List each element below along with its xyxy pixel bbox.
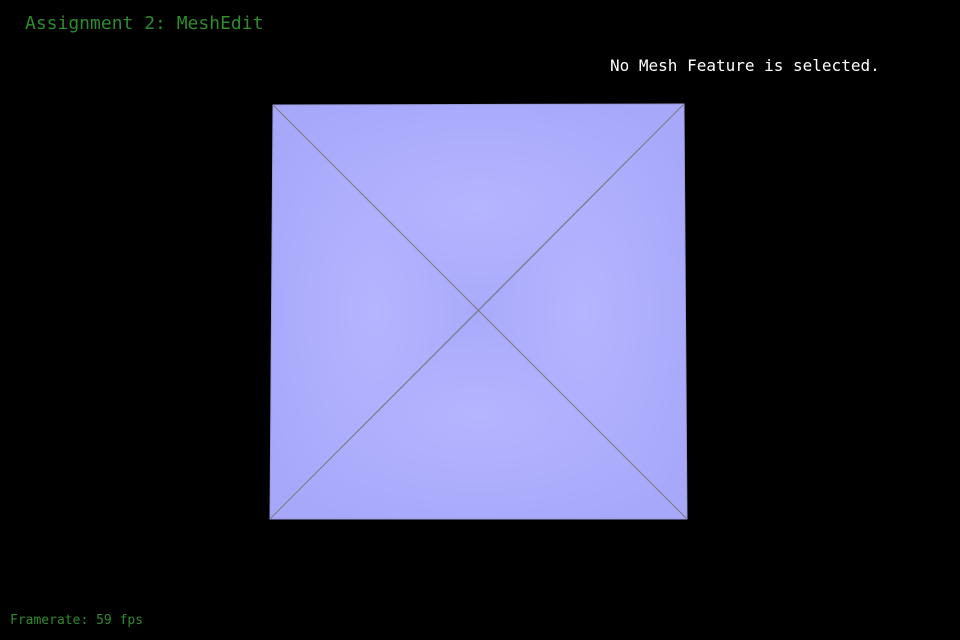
mesh-viewport[interactable]: Assignment 2: MeshEdit No Mesh Feature i… [0,0,960,640]
framerate-label: Framerate: 59 fps [10,613,144,628]
mesh-canvas[interactable] [0,0,960,640]
